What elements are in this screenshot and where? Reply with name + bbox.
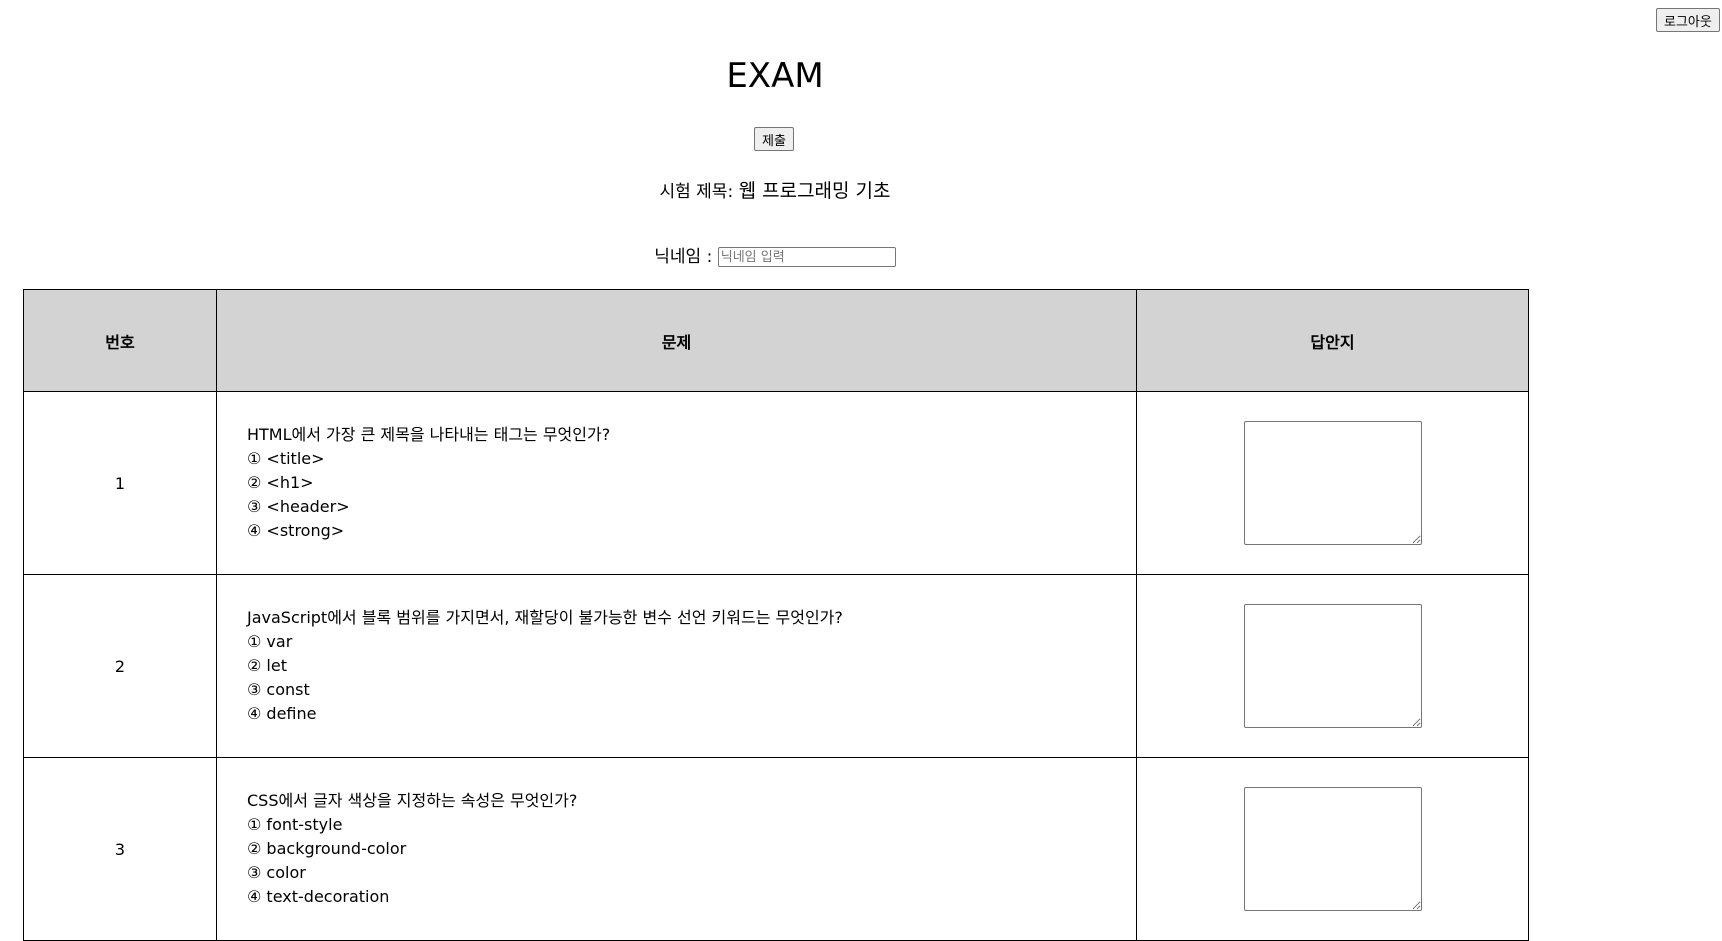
answer-cell — [1136, 757, 1529, 941]
question-text: CSS에서 글자 색상을 지정하는 속성은 무엇인가? — [247, 791, 578, 810]
table-row: 1 HTML에서 가장 큰 제목을 나타내는 태그는 무엇인가? ① <titl… — [23, 391, 1529, 575]
header-question: 문제 — [216, 289, 1137, 392]
submit-button[interactable]: 제출 — [754, 127, 794, 151]
question-number: 3 — [23, 757, 217, 941]
option-1: ① font-style — [247, 815, 343, 834]
exam-title-label: 시험 제목: — [659, 182, 734, 202]
exam-title: 시험 제목: 웹 프로그래밍 기초 — [0, 176, 1550, 203]
nickname-row: 닉네임 : — [0, 242, 1550, 267]
option-3: ③ <header> — [247, 497, 350, 516]
option-2: ② <h1> — [247, 473, 314, 492]
question-cell: JavaScript에서 블록 범위를 가지면서, 재할당이 불가능한 변수 선… — [216, 574, 1137, 758]
answer-textarea[interactable] — [1243, 604, 1422, 728]
logout-button[interactable]: 로그아웃 — [1656, 8, 1720, 32]
option-2: ② background-color — [247, 839, 407, 858]
table-row: 3 CSS에서 글자 색상을 지정하는 속성은 무엇인가? ① font-sty… — [23, 757, 1529, 941]
header-answer: 답안지 — [1136, 289, 1529, 392]
answer-cell — [1136, 574, 1529, 758]
exam-table: 번호 문제 답안지 1 HTML에서 가장 큰 제목을 나타내는 태그는 무엇인… — [23, 289, 1529, 941]
option-4: ④ text-decoration — [247, 887, 390, 906]
answer-textarea[interactable] — [1243, 787, 1422, 911]
exam-title-value: 웹 프로그래밍 기초 — [738, 180, 891, 202]
answer-cell — [1136, 391, 1529, 575]
option-4: ④ define — [247, 704, 317, 723]
option-2: ② let — [247, 656, 287, 675]
nickname-label: 닉네임 : — [654, 247, 713, 267]
question-number: 1 — [23, 391, 217, 575]
answer-textarea[interactable] — [1243, 421, 1422, 545]
option-3: ③ const — [247, 680, 310, 699]
nickname-input[interactable] — [717, 247, 896, 267]
question-cell: HTML에서 가장 큰 제목을 나타내는 태그는 무엇인가? ① <title>… — [216, 391, 1137, 575]
question-number: 2 — [23, 574, 217, 758]
table-row: 2 JavaScript에서 블록 범위를 가지면서, 재할당이 불가능한 변수… — [23, 574, 1529, 758]
option-1: ① <title> — [247, 449, 325, 468]
table-header-row: 번호 문제 답안지 — [23, 289, 1529, 392]
page-title: EXAM — [726, 56, 824, 96]
option-3: ③ color — [247, 863, 306, 882]
header-number: 번호 — [23, 289, 217, 392]
question-text: JavaScript에서 블록 범위를 가지면서, 재할당이 불가능한 변수 선… — [247, 608, 843, 627]
question-cell: CSS에서 글자 색상을 지정하는 속성은 무엇인가? ① font-style… — [216, 757, 1137, 941]
option-4: ④ <strong> — [247, 521, 345, 540]
question-text: HTML에서 가장 큰 제목을 나타내는 태그는 무엇인가? — [247, 425, 611, 444]
option-1: ① var — [247, 632, 293, 651]
